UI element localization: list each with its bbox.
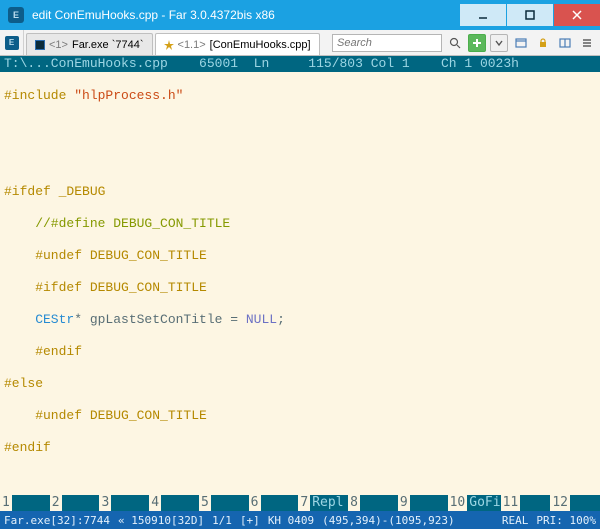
editor-status-line: T:\...ConEmuHooks.cpp 65001 Ln 115/803 C…: [0, 56, 600, 72]
tab-label: [ConEmuHooks.cpp]: [210, 39, 311, 51]
menu-icon[interactable]: [578, 34, 596, 52]
fkey-8[interactable]: 8: [348, 495, 398, 511]
status-keyboard: KH 0409: [268, 514, 314, 527]
tab-index: <1.1>: [178, 39, 206, 51]
fkey-7[interactable]: 7Repl: [298, 495, 348, 511]
tab-far-exe[interactable]: <1> Far.exe `7744`: [26, 33, 153, 55]
fkey-12[interactable]: 12: [550, 495, 600, 511]
conemu-status-bar: Far.exe[32]:7744 « 150910[32D] 1/1 [+] K…: [0, 511, 600, 529]
fkey-1[interactable]: 1: [0, 495, 50, 511]
fkey-3[interactable]: 3: [99, 495, 149, 511]
fkey-4[interactable]: 4: [149, 495, 199, 511]
fkey-2[interactable]: 2: [50, 495, 100, 511]
status-geometry: « 150910[32D]: [118, 514, 204, 527]
search-input[interactable]: [332, 34, 442, 52]
fkey-5[interactable]: 5: [199, 495, 249, 511]
code-area[interactable]: #include "hlpProcess.h" #ifdef _DEBUG //…: [0, 72, 600, 511]
tab-index: <1>: [49, 39, 68, 51]
fkey-11[interactable]: 11: [501, 495, 551, 511]
minimize-button[interactable]: [460, 4, 506, 26]
console-icon: [35, 40, 45, 50]
status-plus: [+]: [240, 514, 260, 527]
maximize-button[interactable]: [507, 4, 553, 26]
search-icon[interactable]: [446, 34, 464, 52]
status-coords: (495,394)-(1095,923): [322, 514, 454, 527]
fkey-9[interactable]: 9: [398, 495, 448, 511]
fkey-10[interactable]: 10GoFi: [448, 495, 501, 511]
close-button[interactable]: [554, 4, 600, 26]
lock-icon[interactable]: [534, 34, 552, 52]
tab-conemuhooks[interactable]: <1.1> [ConEmuHooks.cpp]: [155, 33, 320, 55]
app-icon: E: [8, 7, 24, 23]
window-icon[interactable]: [512, 34, 530, 52]
plus-icon[interactable]: [468, 34, 486, 52]
star-icon: [164, 40, 174, 50]
fkey-bar: 1 2 3 4 5 6 7Repl 8 9 10GoFi 11 12: [0, 495, 600, 511]
panel-icon[interactable]: [556, 34, 574, 52]
window-titlebar: E edit ConEmuHooks.cpp - Far 3.0.4372bis…: [0, 0, 600, 30]
chevron-down-icon[interactable]: [490, 34, 508, 52]
editor-pane[interactable]: T:\...ConEmuHooks.cpp 65001 Ln 115/803 C…: [0, 56, 600, 511]
window-title: edit ConEmuHooks.cpp - Far 3.0.4372bis x…: [32, 8, 459, 22]
status-priority: PRI: 100%: [536, 514, 596, 527]
fkey-6[interactable]: 6: [249, 495, 299, 511]
status-real: REAL: [502, 514, 529, 527]
conemu-icon[interactable]: E: [0, 30, 24, 55]
status-console-count: 1/1: [212, 514, 232, 527]
tab-bar: E <1> Far.exe `7744` <1.1> [ConEmuHooks.…: [0, 30, 600, 56]
status-process: Far.exe[32]:7744: [4, 514, 110, 527]
tab-label: Far.exe `7744`: [72, 39, 144, 51]
